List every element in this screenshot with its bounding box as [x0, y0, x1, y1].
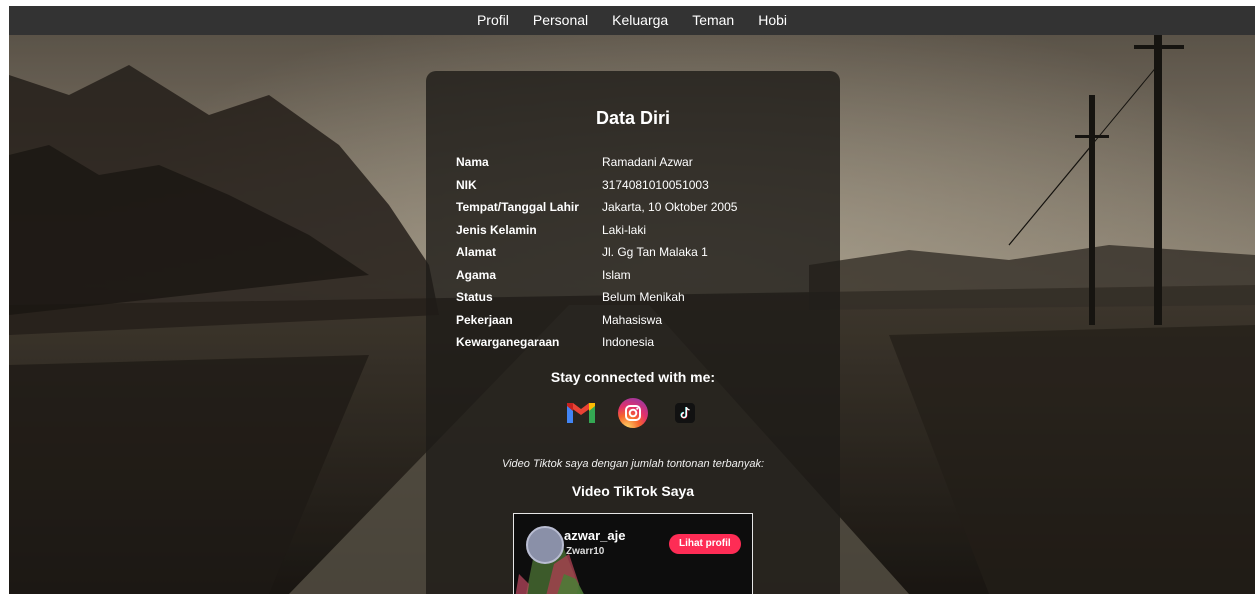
nav-item-hobi[interactable]: Hobi [746, 6, 799, 35]
data-value: Indonesia [602, 335, 655, 350]
data-label: Alamat [456, 245, 497, 260]
data-row: Pekerjaan Mahasiswa [456, 309, 737, 332]
data-label: Kewarganegaraan [456, 335, 560, 350]
data-row: Jenis Kelamin Laki-laki [456, 219, 737, 242]
data-value: 3174081010051003 [602, 177, 709, 192]
tiktok-embed[interactable]: azwar_aje Zwarr10 Lihat profil [513, 513, 753, 594]
instagram-icon[interactable] [617, 397, 649, 429]
view-profile-button[interactable]: Lihat profil [669, 534, 741, 554]
card-title: Data Diri [595, 108, 671, 128]
nav-item-profil[interactable]: Profil [465, 6, 521, 35]
data-label: Agama [456, 267, 497, 282]
data-value: Laki-laki [602, 222, 647, 237]
profile-card: Data Diri Nama Ramadani Azwar NIK 317408… [426, 71, 840, 594]
data-label: Jenis Kelamin [456, 222, 537, 237]
data-value: Islam [602, 267, 631, 282]
data-row: Alamat Jl. Gg Tan Malaka 1 [456, 241, 737, 264]
data-value: Belum Menikah [602, 290, 685, 305]
data-row: NIK 3174081010051003 [456, 174, 737, 197]
data-label: Status [456, 290, 493, 305]
nav-item-teman[interactable]: Teman [680, 6, 746, 35]
tiktok-avatar [526, 526, 564, 564]
data-label: Nama [456, 155, 489, 170]
nav-item-keluarga[interactable]: Keluarga [600, 6, 680, 35]
data-label: NIK [456, 177, 477, 192]
data-value: Ramadani Azwar [602, 155, 693, 170]
tiktok-username: azwar_aje [564, 528, 626, 543]
data-row: Kewarganegaraan Indonesia [456, 331, 737, 354]
gmail-icon[interactable] [565, 397, 597, 429]
data-value: Jl. Gg Tan Malaka 1 [602, 245, 708, 260]
data-label: Pekerjaan [456, 312, 513, 327]
data-row: Tempat/Tanggal Lahir Jakarta, 10 Oktober… [456, 196, 737, 219]
tiktok-handle: Zwarr10 [566, 546, 605, 557]
data-value: Jakarta, 10 Oktober 2005 [602, 200, 738, 215]
data-row: Nama Ramadani Azwar [456, 151, 737, 174]
video-caption: Video Tiktok saya dengan jumlah tontonan… [501, 458, 765, 470]
data-label: Tempat/Tanggal Lahir [456, 200, 579, 215]
top-navbar: Profil Personal Keluarga Teman Hobi [9, 6, 1255, 35]
data-value: Mahasiswa [602, 312, 663, 327]
data-row: Status Belum Menikah [456, 286, 737, 309]
personal-data-table: Nama Ramadani Azwar NIK 3174081010051003… [456, 151, 737, 354]
video-title: Video TikTok Saya [571, 483, 695, 499]
social-links [426, 397, 840, 429]
data-row: Agama Islam [456, 264, 737, 287]
tiktok-icon[interactable] [669, 397, 701, 429]
stay-connected-heading: Stay connected with me: [550, 369, 716, 385]
nav-item-personal[interactable]: Personal [521, 6, 600, 35]
page-frame: Profil Personal Keluarga Teman Hobi Data… [9, 6, 1255, 594]
